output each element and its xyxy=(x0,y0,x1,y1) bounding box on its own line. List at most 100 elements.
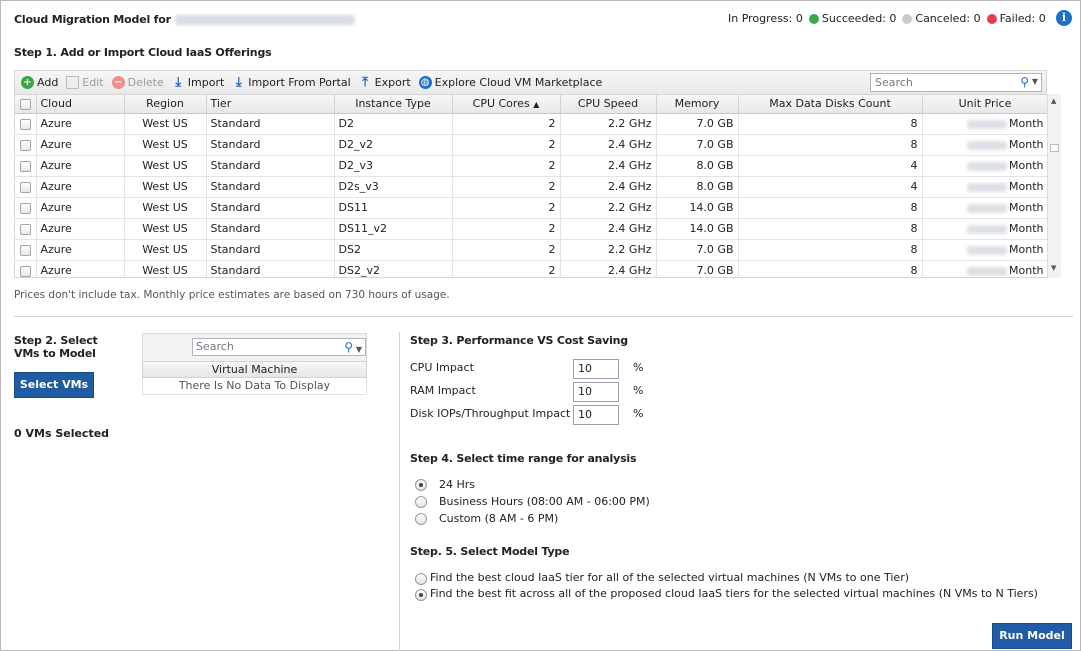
chevron-down-icon[interactable]: ▼ xyxy=(1032,77,1038,86)
row-checkbox[interactable] xyxy=(19,118,31,130)
scroll-thumb[interactable] xyxy=(1050,144,1059,152)
col-instance-type[interactable]: Instance Type xyxy=(334,95,453,114)
col-virtual-machine[interactable]: Virtual Machine xyxy=(142,361,367,378)
cell-unit-price: Month xyxy=(922,218,1049,240)
cell-cloud: Azure xyxy=(36,155,125,177)
section-divider xyxy=(14,316,1073,317)
col-cloud[interactable]: Cloud xyxy=(36,95,125,114)
edit-icon xyxy=(66,76,80,89)
explore-marketplace-button[interactable]: ◍ Explore Cloud VM Marketplace xyxy=(418,76,603,89)
step5-title: Step. 5. Select Model Type xyxy=(410,545,570,558)
cell-instance-type: DS11 xyxy=(334,197,453,219)
cell-region: West US xyxy=(124,218,207,240)
cell-cpu-cores: 2 xyxy=(452,218,561,240)
delete-button[interactable]: − Delete xyxy=(111,76,164,89)
row-checkbox[interactable] xyxy=(19,223,31,235)
time-range-label-custom: Custom (8 AM - 6 PM) xyxy=(439,512,559,525)
offerings-grid: Cloud Region Tier Instance Type CPU Core… xyxy=(14,94,1061,278)
cell-cloud: Azure xyxy=(36,260,125,277)
cell-region: West US xyxy=(124,239,207,261)
time-range-radio-24h[interactable] xyxy=(415,479,427,491)
cell-cpu-cores: 2 xyxy=(452,113,561,135)
plus-icon: + xyxy=(21,76,34,89)
scroll-down-icon[interactable]: ▼ xyxy=(1051,264,1056,272)
vms-selected-count: 0 VMs Selected xyxy=(14,427,110,440)
row-checkbox[interactable] xyxy=(19,202,31,214)
row-checkbox[interactable] xyxy=(19,244,31,256)
row-checkbox[interactable] xyxy=(19,160,31,172)
row-checkbox[interactable] xyxy=(19,139,31,151)
status-succeeded: Succeeded: 0 xyxy=(821,12,897,25)
edit-button[interactable]: Edit xyxy=(66,76,104,89)
table-row[interactable]: Azure West US Standard DS11_v2 2 2.4 GHz 14.0 … xyxy=(15,218,1049,240)
failed-dot-icon xyxy=(986,13,997,24)
select-all-checkbox[interactable] xyxy=(19,98,31,110)
model-type-radio-one-tier[interactable] xyxy=(415,573,427,585)
cpu-impact-input[interactable]: 10 xyxy=(573,359,619,379)
time-range-radio-business[interactable] xyxy=(415,496,427,508)
download-icon: ⤓ xyxy=(175,75,182,90)
model-type-radio-n-tiers[interactable] xyxy=(415,589,427,601)
table-row[interactable]: Azure West US Standard DS11 2 2.2 GHz 14.0 GB 8… xyxy=(15,197,1049,219)
price-redacted xyxy=(967,119,1008,129)
col-tier[interactable]: Tier xyxy=(206,95,335,114)
col-max-data-disks[interactable]: Max Data Disks Count xyxy=(738,95,923,114)
table-row[interactable]: Azure West US Standard DS2 2 2.2 GHz 7.0 GB 8 Mo… xyxy=(15,239,1049,261)
col-memory[interactable]: Memory xyxy=(656,95,739,114)
row-checkbox[interactable] xyxy=(19,181,31,193)
cell-region: West US xyxy=(124,134,207,156)
table-row[interactable]: Azure West US Standard D2s_v3 2 2.4 GHz 8.0 GB… xyxy=(15,176,1049,198)
cell-instance-type: D2 xyxy=(334,113,453,135)
step1-title: Step 1. Add or Import Cloud IaaS Offerin… xyxy=(14,46,272,59)
run-model-button[interactable]: Run Model xyxy=(992,623,1072,649)
ram-impact-input[interactable]: 10 xyxy=(573,382,619,402)
cell-instance-type: DS2 xyxy=(334,239,453,261)
cell-memory: 14.0 GB xyxy=(656,197,739,219)
cell-cpu-speed: 2.2 GHz xyxy=(560,197,657,219)
cell-cpu-cores: 2 xyxy=(452,176,561,198)
scroll-up-icon[interactable]: ▲ xyxy=(1051,97,1056,105)
col-cpu-speed[interactable]: CPU Speed xyxy=(560,95,657,114)
select-vms-button[interactable]: Select VMs xyxy=(14,372,94,398)
cell-cpu-speed: 2.4 GHz xyxy=(560,260,657,277)
grid-scrollbar[interactable]: ▲ ▼ xyxy=(1047,94,1061,278)
info-icon[interactable]: i xyxy=(1056,10,1072,26)
row-checkbox-cell xyxy=(15,113,37,135)
cell-max-data-disks: 8 xyxy=(738,113,923,135)
table-row[interactable]: Azure West US Standard D2_v2 2 2.4 GHz 7.0 GB 8… xyxy=(15,134,1049,156)
import-from-portal-button[interactable]: ⤓ Import From Portal xyxy=(232,75,351,90)
cell-cloud: Azure xyxy=(36,134,125,156)
cell-unit-price: Month xyxy=(922,134,1049,156)
canceled-dot-icon xyxy=(902,13,913,24)
cell-region: West US xyxy=(124,176,207,198)
cell-instance-type: D2_v2 xyxy=(334,134,453,156)
search-icon[interactable]: ⚲ xyxy=(344,339,353,355)
table-row[interactable]: Azure West US Standard D2_v3 2 2.4 GHz 8.0 GB 4… xyxy=(15,155,1049,177)
step4-title: Step 4. Select time range for analysis xyxy=(410,452,637,465)
table-row[interactable]: Azure West US Standard D2 2 2.2 GHz 7.0 GB 8 Mon… xyxy=(15,113,1049,135)
search-icon[interactable]: ⚲ xyxy=(1020,75,1029,89)
page-title: Cloud Migration Model for xyxy=(14,13,355,26)
col-cpu-cores[interactable]: CPU Cores ▲ xyxy=(452,95,561,114)
row-checkbox[interactable] xyxy=(19,265,31,277)
cell-unit-price: Month xyxy=(922,239,1049,261)
col-unit-price[interactable]: Unit Price xyxy=(922,95,1049,114)
disk-impact-input[interactable]: 10 xyxy=(573,405,619,425)
add-button[interactable]: + Add xyxy=(21,76,58,89)
offerings-search-input[interactable]: Search ⚲ ▼ xyxy=(870,73,1042,92)
import-button[interactable]: ⤓ Import xyxy=(172,75,224,90)
explore-label: Explore Cloud VM Marketplace xyxy=(434,76,603,89)
export-button[interactable]: ⤒ Export xyxy=(359,75,410,90)
col-region[interactable]: Region xyxy=(124,95,207,114)
cell-tier: Standard xyxy=(206,113,335,135)
upload-icon: ⤒ xyxy=(362,75,369,90)
chevron-down-icon[interactable]: ▼ xyxy=(356,342,362,358)
disk-impact-unit: % xyxy=(633,407,644,420)
cell-max-data-disks: 8 xyxy=(738,260,923,277)
table-row[interactable]: Azure West US Standard DS2_v2 2 2.4 GHz 7.0 GB… xyxy=(15,260,1049,277)
download-icon: ⤓ xyxy=(235,75,242,90)
price-period: Month xyxy=(1009,264,1044,277)
vm-search-placeholder: Search xyxy=(196,340,234,353)
time-range-radio-custom[interactable] xyxy=(415,513,427,525)
vm-search-input[interactable]: Search ⚲ ▼ xyxy=(192,338,366,356)
